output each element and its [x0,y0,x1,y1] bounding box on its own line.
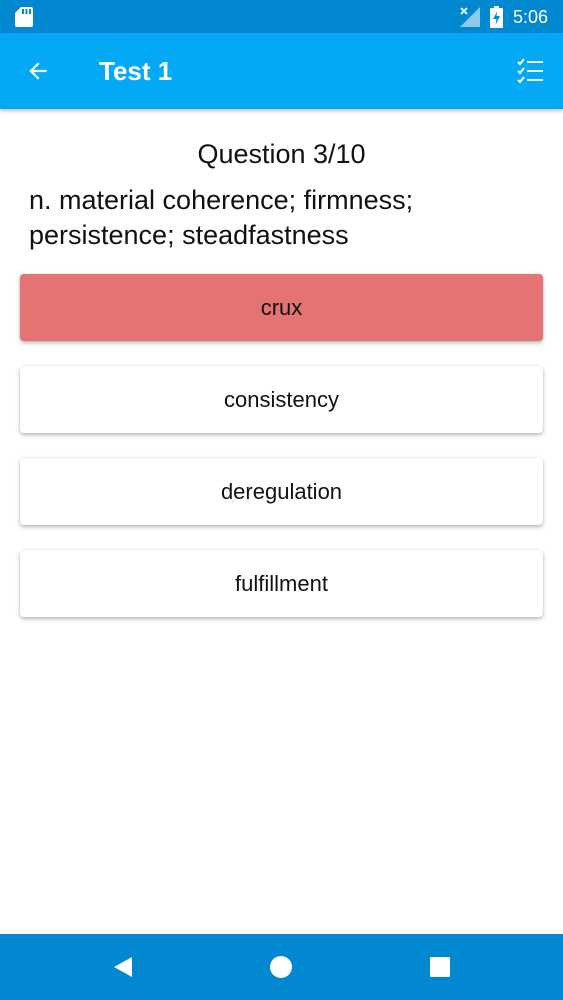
arrow-back-icon [29,62,47,80]
answer-option-2[interactable]: consistency [20,366,543,433]
answer-option-1[interactable]: crux [20,274,543,341]
status-clock: 5:06 [513,7,549,27]
question-counter: Question 3/10 [197,139,366,169]
answer-option-3[interactable]: deregulation [20,458,543,525]
checklist-button[interactable] [506,47,554,95]
nav-back-button[interactable] [99,943,147,991]
question-definition: n. material coherence; firmness; persist… [29,185,414,250]
nav-home-icon [270,956,292,978]
quiz-screen: 5:06 Test 1 Question 3/10 n. material co… [0,0,563,1000]
answer-option-4[interactable]: fulfillment [20,550,543,617]
back-button[interactable] [14,47,62,95]
nav-recents-icon [430,957,450,977]
nav-recents-button[interactable] [416,943,464,991]
app-bar: Test 1 [0,33,563,109]
page-title: Test 1 [99,56,173,86]
status-bar: 5:06 [0,0,563,33]
signal-off-icon [460,7,480,27]
system-nav-bar [0,934,563,1000]
nav-back-icon [114,957,132,977]
nav-home-button[interactable] [257,943,305,991]
sd-card-icon [15,7,33,27]
checklist-icon [517,58,543,84]
battery-charging-icon [490,6,503,28]
